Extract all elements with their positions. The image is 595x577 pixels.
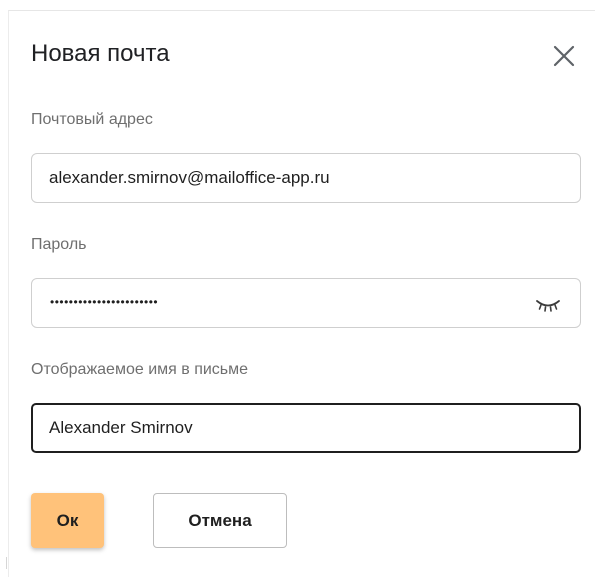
cancel-button[interactable]: Отмена — [153, 493, 287, 548]
password-field[interactable]: ••••••••••••••••••••••• — [31, 278, 581, 328]
eye-closed-icon — [536, 300, 560, 312]
email-label: Почтовый адрес — [31, 111, 153, 128]
display-name-label: Отображаемое имя в письме — [31, 361, 249, 378]
email-field[interactable]: alexander.smirnov@mailoffice-app.ru — [31, 153, 581, 203]
password-label: Пароль — [31, 236, 87, 253]
divider — [6, 557, 7, 569]
password-visibility-toggle[interactable] — [534, 296, 562, 314]
display-name-field[interactable]: Alexander Smirnov — [31, 403, 581, 453]
dialog-title: Новая почта — [31, 40, 170, 67]
display-name-value: Alexander Smirnov — [49, 418, 193, 437]
ok-button[interactable]: Ок — [31, 493, 104, 548]
close-button[interactable] — [547, 39, 581, 73]
new-mail-dialog: Новая почта Почтовый адрес alexander.smi… — [8, 10, 595, 577]
password-value: ••••••••••••••••••••••• — [50, 295, 159, 309]
close-icon — [553, 45, 575, 67]
email-value: alexander.smirnov@mailoffice-app.ru — [49, 168, 330, 187]
